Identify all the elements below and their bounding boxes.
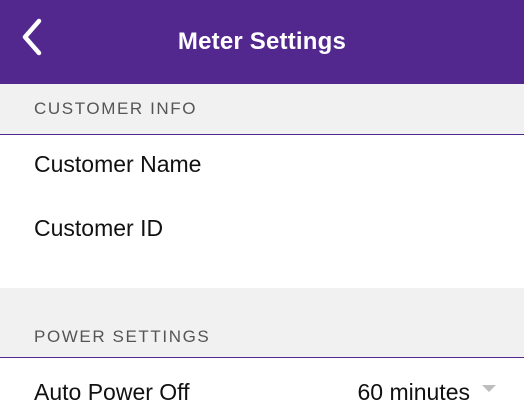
section-header-power-settings: POWER SETTINGS (0, 288, 524, 358)
chevron-left-icon (22, 18, 42, 56)
auto-power-off-label: Auto Power Off (34, 379, 190, 405)
auto-power-off-select[interactable]: 60 minutes (357, 376, 496, 408)
meter-settings-screen: Meter Settings CUSTOMER INFO Customer Na… (0, 0, 524, 420)
back-button[interactable] (10, 12, 54, 62)
auto-power-off-value: 60 minutes (357, 379, 470, 405)
nav-header: Meter Settings (0, 0, 524, 84)
section-divider (0, 134, 524, 135)
customer-id-label[interactable]: Customer ID (34, 212, 194, 244)
section-header-customer-info: CUSTOMER INFO (0, 84, 524, 134)
page-title: Meter Settings (177, 28, 347, 55)
caret-down-icon (482, 384, 496, 392)
customer-name-label[interactable]: Customer Name (34, 148, 201, 180)
